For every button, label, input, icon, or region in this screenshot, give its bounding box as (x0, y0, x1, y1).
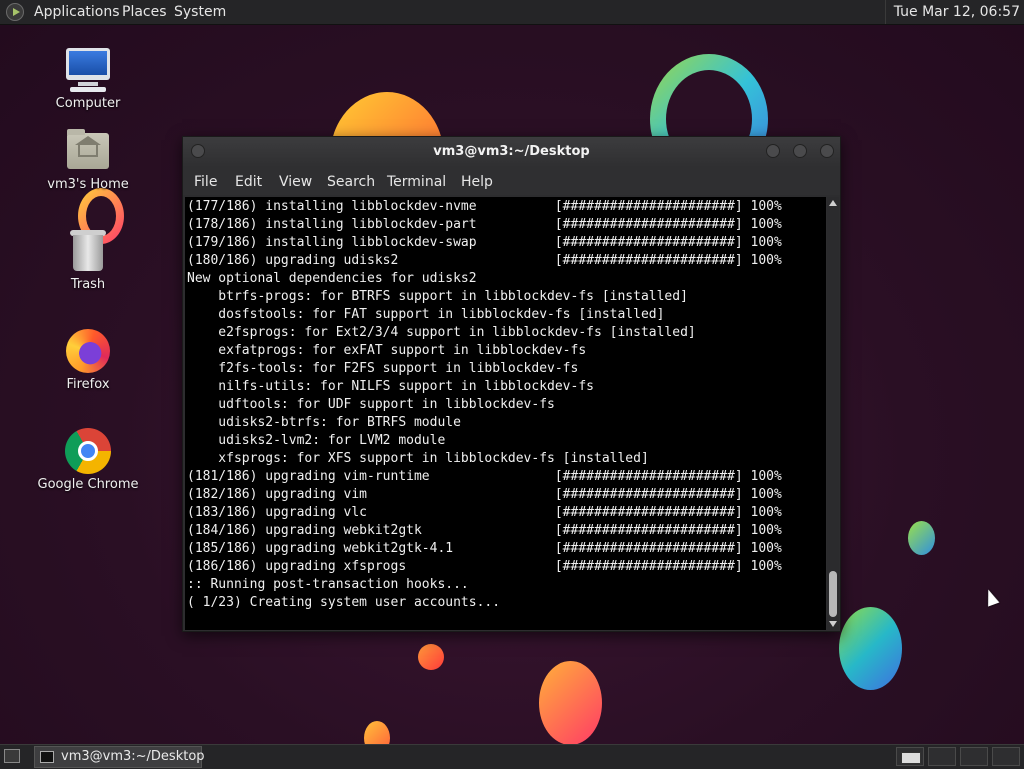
terminal-line: (186/186) upgrading xfsprogs [##########… (187, 559, 782, 574)
desktop-icon-trash[interactable]: Trash (28, 227, 148, 292)
desktop-icon-label: Google Chrome (37, 477, 139, 492)
window-title: vm3@vm3:~/Desktop (433, 144, 590, 159)
terminal-line: e2fsprogs: for Ext2/3/4 support in libbl… (187, 325, 696, 340)
desktop-icon-chrome[interactable]: Google Chrome (28, 427, 148, 492)
workspace-4[interactable] (992, 747, 1020, 766)
wallpaper-shape (418, 644, 444, 670)
maximize-icon[interactable] (793, 144, 807, 158)
desktop-icon-label: Trash (70, 277, 106, 292)
desktop-icon-label: Firefox (66, 377, 110, 392)
terminal-line: (181/186) upgrading vim-runtime [#######… (187, 469, 782, 484)
menu-search[interactable]: Search (327, 167, 375, 197)
terminal-line: dosfstools: for FAT support in libblockd… (187, 307, 665, 322)
desktop-icon-computer[interactable]: Computer (28, 46, 148, 111)
taskbar-item-terminal[interactable]: vm3@vm3:~/Desktop (34, 746, 205, 768)
terminal-output[interactable]: (177/186) installing libblockdev-nvme [#… (185, 197, 826, 630)
desktop-icon-label: Computer (55, 96, 121, 111)
terminal-line: (184/186) upgrading webkit2gtk [########… (187, 523, 782, 538)
terminal-line: New optional dependencies for udisks2 (187, 271, 477, 286)
wallpaper-shape (539, 661, 602, 745)
terminal-line: udisks2-lvm2: for LVM2 module (187, 433, 446, 448)
terminal-line: udftools: for UDF support in libblockdev… (187, 397, 555, 412)
close-icon[interactable] (820, 144, 834, 158)
terminal-line: (179/186) installing libblockdev-swap [#… (187, 235, 782, 250)
menu-edit[interactable]: Edit (235, 167, 262, 197)
desktop-icon-firefox[interactable]: Firefox (28, 327, 148, 392)
home-folder-icon (64, 127, 112, 175)
menu-file[interactable]: File (194, 167, 217, 197)
terminal-line: (180/186) upgrading udisks2 [###########… (187, 253, 782, 268)
terminal-line: udisks2-btrfs: for BTRFS module (187, 415, 461, 430)
terminal-line: xfsprogs: for XFS support in libblockdev… (187, 451, 649, 466)
terminal-line: ( 1/23) Creating system user accounts... (187, 595, 501, 610)
terminal-line: (182/186) upgrading vim [###############… (187, 487, 782, 502)
wallpaper-shape (839, 607, 902, 690)
workspace-1[interactable] (896, 747, 924, 766)
workspace-3[interactable] (960, 747, 988, 766)
menu-applications[interactable]: Applications (34, 0, 120, 24)
menu-view[interactable]: View (279, 167, 312, 197)
terminal-line: f2fs-tools: for F2FS support in libblock… (187, 361, 579, 376)
menu-places[interactable]: Places (122, 0, 167, 24)
terminal-line: exfatprogs: for exFAT support in libbloc… (187, 343, 587, 358)
desktop-icon-home[interactable]: vm3's Home (28, 127, 148, 192)
terminal-line: (177/186) installing libblockdev-nvme [#… (187, 199, 782, 214)
window-titlebar[interactable]: vm3@vm3:~/Desktop (183, 137, 840, 167)
minimize-icon[interactable] (766, 144, 780, 158)
chrome-icon (64, 427, 112, 475)
desktop-icon-label: vm3's Home (47, 177, 129, 192)
top-panel: Applications Places System Tue Mar 12, 0… (0, 0, 1024, 25)
terminal-scrollbar[interactable] (827, 197, 839, 630)
terminal-window[interactable]: vm3@vm3:~/Desktop File Edit View Search … (182, 136, 841, 632)
menu-terminal[interactable]: Terminal (387, 167, 446, 197)
terminal-line: (178/186) installing libblockdev-part [#… (187, 217, 782, 232)
terminal-line: btrfs-progs: for BTRFS support in libblo… (187, 289, 688, 304)
show-desktop-icon[interactable] (4, 749, 20, 763)
terminal-line: nilfs-utils: for NILFS support in libblo… (187, 379, 594, 394)
terminal-line: (183/186) upgrading vlc [###############… (187, 505, 782, 520)
firefox-icon (64, 327, 112, 375)
scrollbar-thumb[interactable] (829, 571, 837, 617)
bottom-panel: vm3@vm3:~/Desktop (0, 744, 1024, 769)
wallpaper-shape (908, 521, 935, 555)
taskbar-item-label: vm3@vm3:~/Desktop (61, 749, 205, 764)
terminal-line: (185/186) upgrading webkit2gtk-4.1 [####… (187, 541, 782, 556)
menu-help[interactable]: Help (461, 167, 493, 197)
panel-clock[interactable]: Tue Mar 12, 06:57 (884, 0, 1020, 24)
scroll-down-icon[interactable] (829, 621, 837, 627)
workspace-2[interactable] (928, 747, 956, 766)
scroll-up-icon[interactable] (829, 200, 837, 206)
applications-logo-icon[interactable] (6, 3, 24, 21)
menu-system[interactable]: System (174, 0, 226, 24)
terminal-line: :: Running post-transaction hooks... (187, 577, 469, 592)
window-menu-icon[interactable] (191, 144, 205, 158)
terminal-icon (40, 751, 54, 763)
computer-icon (64, 46, 112, 94)
trash-icon (64, 227, 112, 275)
terminal-menubar: File Edit View Search Terminal Help (183, 167, 840, 195)
